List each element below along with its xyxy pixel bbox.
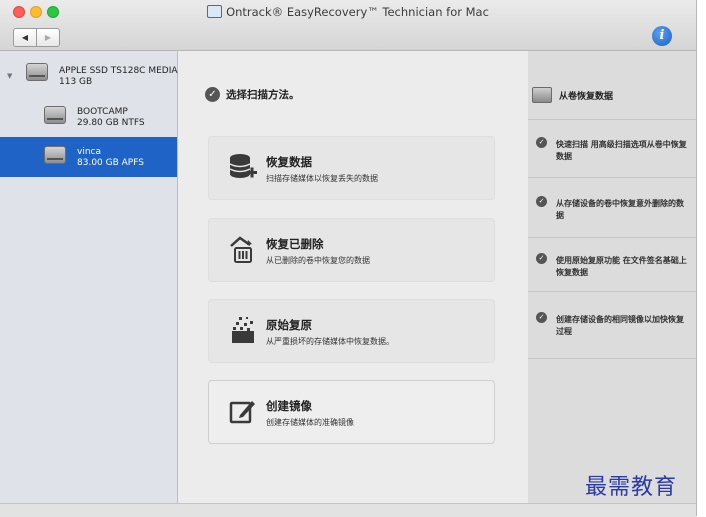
hard-drive-icon <box>44 146 66 164</box>
action-label: 恢复数据 <box>266 155 312 169</box>
divider <box>528 291 696 292</box>
window-title-text: Ontrack® EasyRecovery™ Technician for Ma… <box>226 5 489 19</box>
status-bar <box>0 503 696 517</box>
scan-method-panel: ✓ 选择扫描方法。 恢复数据 扫描存储媒体以恢复丢失的数据 恢复已删除 从已删除… <box>178 51 527 503</box>
divider <box>528 119 696 120</box>
raw-recovery-icon <box>227 314 259 346</box>
window-title: Ontrack® EasyRecovery™ Technician for Ma… <box>0 5 696 19</box>
heading-text: 选择扫描方法。 <box>226 89 300 101</box>
action-description: 从已删除的卷中恢复您的数据 <box>266 256 370 265</box>
info-item-text: 快速扫描 用高级扫描选项从卷中恢复数据 <box>556 140 687 161</box>
action-label: 恢复已删除 <box>266 237 324 251</box>
disk-name: APPLE SSD TS128C MEDIA <box>59 66 178 76</box>
checkmark-icon: ✓ <box>536 137 547 148</box>
action-label: 原始复原 <box>266 318 312 332</box>
database-add-icon <box>227 151 259 183</box>
divider <box>528 358 696 359</box>
info-item-text: 使用原始复原功能 在文件签名基础上恢复数据 <box>556 256 687 277</box>
recover-deleted-button[interactable]: 恢复已删除 从已删除的卷中恢复您的数据 <box>208 218 495 282</box>
navigation-buttons: ◀ ▶ <box>13 28 60 47</box>
action-description: 创建存储媒体的准确镜像 <box>266 418 354 427</box>
hard-drive-icon <box>44 106 66 124</box>
back-arrow-icon: ◀ <box>21 33 29 42</box>
disk-size: 83.00 GB APFS <box>77 158 144 168</box>
raw-recovery-button[interactable]: 原始复原 从严重损坏的存储媒体中恢复数据。 <box>208 299 495 363</box>
disk-size: 29.80 GB NTFS <box>77 118 145 128</box>
title-bar: Ontrack® EasyRecovery™ Technician for Ma… <box>0 0 696 51</box>
hard-drive-icon <box>532 87 552 103</box>
action-label: 创建镜像 <box>266 399 312 413</box>
forward-arrow-icon: ▶ <box>44 33 52 42</box>
recover-data-button[interactable]: 恢复数据 扫描存储媒体以恢复丢失的数据 <box>208 136 495 200</box>
back-button[interactable]: ◀ <box>14 29 36 46</box>
create-image-button[interactable]: 创建镜像 创建存储媒体的准确镜像 <box>208 380 495 444</box>
trash-recover-icon <box>227 233 259 265</box>
info-icon[interactable]: i <box>652 26 672 46</box>
checkmark-icon: ✓ <box>536 196 547 207</box>
info-item-text: 从存储设备的卷中恢复意外删除的数据 <box>556 199 684 220</box>
forward-button[interactable]: ▶ <box>36 29 59 46</box>
info-item-text: 创建存储设备的相同镜像以加快恢复过程 <box>556 315 684 336</box>
divider <box>528 177 696 178</box>
watermark: 最需教育 <box>585 475 678 500</box>
divider <box>528 237 696 238</box>
scan-method-heading: ✓ 选择扫描方法。 <box>205 87 300 102</box>
checkmark-icon: ✓ <box>205 87 220 102</box>
action-description: 扫描存储媒体以恢复丢失的数据 <box>266 174 378 183</box>
checkmark-icon: ✓ <box>536 253 547 264</box>
app-window: Ontrack® EasyRecovery™ Technician for Ma… <box>0 0 697 517</box>
action-description: 从严重损坏的存储媒体中恢复数据。 <box>266 337 394 346</box>
checkmark-icon: ✓ <box>536 312 547 323</box>
disclosure-triangle-icon[interactable]: ▼ <box>7 72 12 80</box>
disk-item-vinca[interactable]: vinca 83.00 GB APFS <box>0 137 177 177</box>
disk-item-bootcamp[interactable]: BOOTCAMP 29.80 GB NTFS <box>0 97 177 137</box>
disk-sidebar: ▼ APPLE SSD TS128C MEDIA 113 GB BOOTCAMP… <box>0 51 178 503</box>
disk-size: 113 GB <box>59 77 93 87</box>
info-panel: 从卷恢复数据 ✓ 快速扫描 用高级扫描选项从卷中恢复数据 ✓ 从存储设备的卷中恢… <box>528 51 696 503</box>
info-panel-title: 从卷恢复数据 <box>532 87 613 103</box>
disk-name: vinca <box>77 147 101 157</box>
disk-item-apple-ssd[interactable]: ▼ APPLE SSD TS128C MEDIA 113 GB <box>0 51 178 97</box>
info-panel-title-text: 从卷恢复数据 <box>559 91 614 102</box>
hard-drive-icon <box>26 63 48 81</box>
disk-name: BOOTCAMP <box>77 107 128 117</box>
edit-image-icon <box>227 395 259 427</box>
app-icon <box>207 5 223 18</box>
